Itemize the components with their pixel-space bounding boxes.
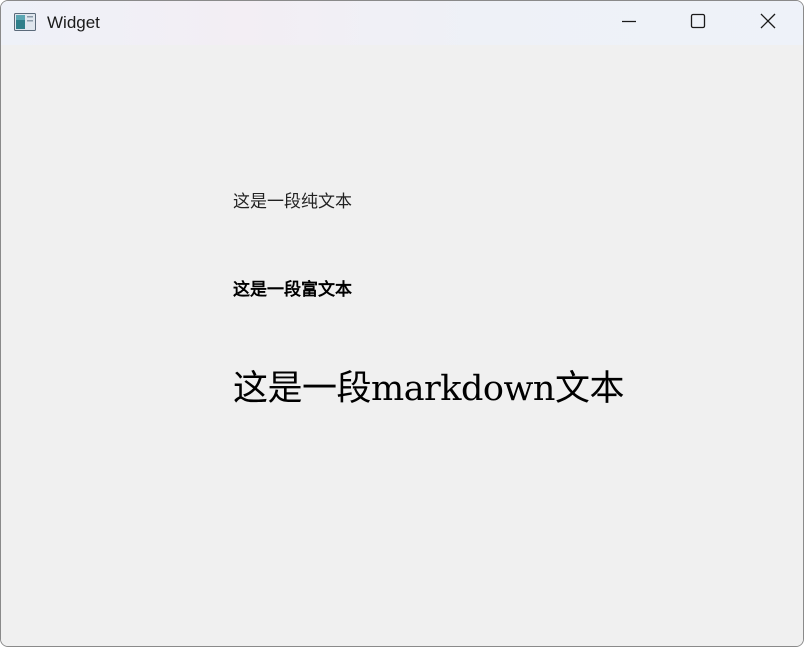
window-title: Widget [47, 13, 100, 32]
rich-text-label: 这是一段富文本 [233, 280, 352, 300]
widget-client-area: 这是一段纯文本 这是一段富文本 这是一段markdown文本 [1, 45, 803, 646]
minimize-button[interactable] [606, 1, 652, 45]
maximize-button[interactable] [675, 1, 721, 45]
markdown-text-label: 这是一段markdown文本 [233, 369, 624, 409]
app-icon [14, 13, 36, 31]
minimize-icon [621, 13, 637, 34]
plain-text-label: 这是一段纯文本 [233, 192, 352, 212]
close-button[interactable] [745, 1, 791, 45]
close-icon [759, 12, 777, 35]
title-bar[interactable]: Widget [1, 1, 803, 45]
maximize-icon [690, 13, 706, 34]
app-window: Widget 这是一段纯文本 这是一段富文本 这是一段markdown文本 [0, 0, 804, 647]
